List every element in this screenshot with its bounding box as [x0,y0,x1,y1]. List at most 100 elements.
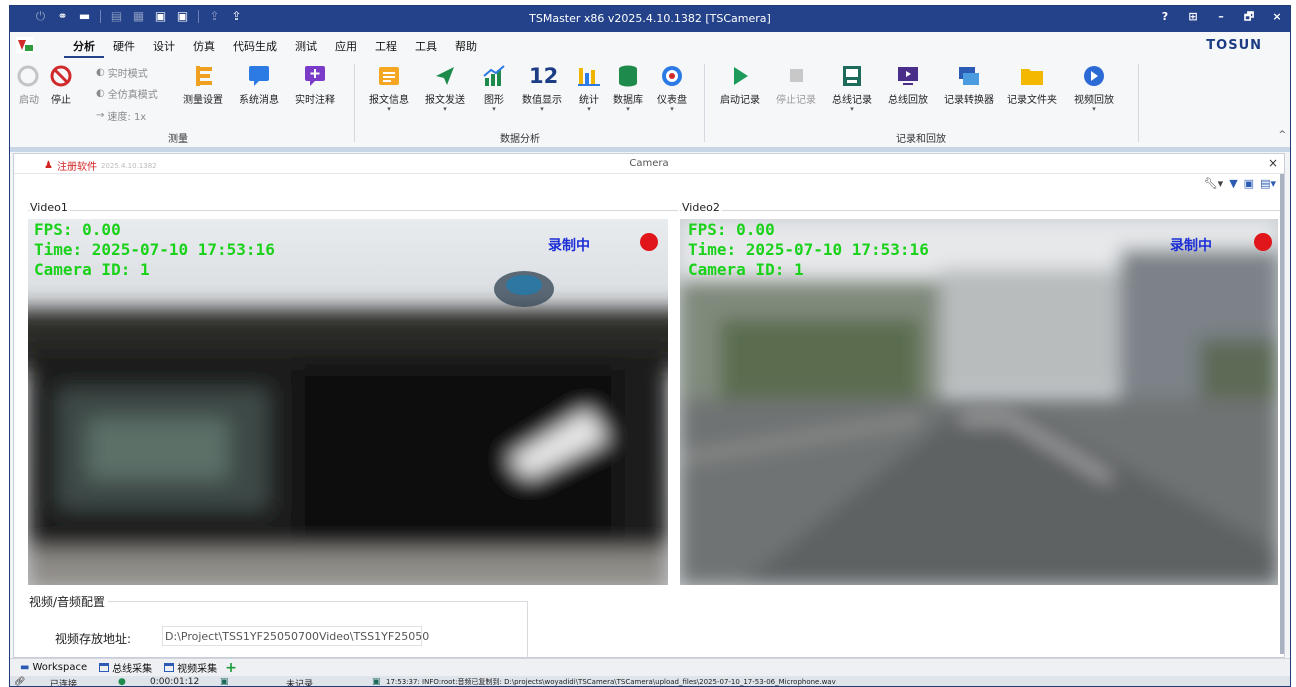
menu-items: 分析 硬件 设计 仿真 代码生成 测试 应用 工程 工具 帮助 [64,38,486,58]
video2-frame[interactable]: FPS: 0.00 Time: 2025-07-10 17:53:16 Came… [680,219,1278,585]
record-converter-label: 记录转换器 [944,95,994,106]
menu-design[interactable]: 设计 [144,38,184,58]
full-sim-mode-label: 全仿真模式 [107,90,158,101]
wrench-icon[interactable]: 🔧︎▾ [1204,177,1224,190]
dropdown-arrow-icon: ▾ [443,105,447,113]
video-path-input[interactable]: D:\Project\TSS1YF25050700Video\TSS1YF250… [162,626,429,646]
video2-fps: FPS: 0.00 [688,220,775,239]
tab-workspace[interactable]: ▬ Workspace [16,662,91,673]
record-converter-button[interactable]: 记录转换器 [940,64,998,106]
speed-selector[interactable]: → 速度: 1x [96,108,146,123]
menu-project[interactable]: 工程 [366,38,406,58]
video1-record-dot [640,233,658,251]
dropdown-arrow-icon: ▾ [492,105,496,113]
video-replay-button[interactable]: 视频回放 ▾ [1066,64,1122,113]
menu-tools[interactable]: 工具 [406,38,446,58]
restore-icon[interactable]: 🗗 [1242,10,1256,24]
dashboard-button[interactable]: 仪表盘 ▾ [650,64,694,113]
menu-simulation[interactable]: 仿真 [184,38,224,58]
panel-title: Camera [629,158,669,169]
dropdown-arrow-icon: ▾ [540,105,544,113]
dropdown-arrow-icon: ▾ [1092,105,1096,113]
measure-settings-button[interactable]: 测量设置 [178,64,228,106]
layout-icon[interactable]: ⊞ [1186,10,1200,24]
group-label-data-analysis: 数据分析 [500,134,540,145]
realtime-mode-toggle[interactable]: ◐ 实时模式 [96,65,148,80]
camera-panel: ♟ 注册软件 2025.4.10.1382 Camera × 🔧︎▾ ▼ ▣ ▤… [13,153,1285,659]
converter-icon [959,67,979,85]
window-icon[interactable]: ▣ [1244,177,1254,190]
dropdown-arrow-icon: ▾ [670,105,674,113]
app-logo-icon[interactable] [16,37,34,53]
graphics-button[interactable]: 图形 ▾ [474,64,514,113]
chart-icon [483,65,505,86]
realtime-comment-button[interactable]: 实时注释 [290,64,340,106]
full-sim-mode-toggle[interactable]: ◐ 全仿真模式 [96,86,158,101]
group-label-measure: 测量 [168,134,188,145]
bus-record-button[interactable]: 总线记录 ▾ [826,64,878,113]
message-send-button[interactable]: 报文发送 ▾ [420,64,470,113]
group-separator [704,64,705,142]
video2-camera-id: Camera ID: 1 [688,260,804,279]
value-display-button[interactable]: 12 数值显示 ▾ [514,64,570,113]
play-icon [734,67,748,85]
application-window: ⏻ ⚭ ▬ ▤ ▦ ▣ ▣ ⇪ ⇪ TSMaster x86 v2025.4.1… [9,5,1291,687]
bus-replay-button[interactable]: 总线回放 [882,64,934,106]
realtime-mode-label: 实时模式 [107,69,148,80]
start-button[interactable]: 启动 [14,64,44,106]
close-icon[interactable]: × [1270,10,1284,24]
start-record-label: 启动记录 [720,95,760,106]
stop-record-label: 停止记录 [776,95,816,106]
video1-time: Time: 2025-07-10 17:53:16 [34,240,275,259]
folder-icon [1021,69,1043,85]
video-play-icon [1084,66,1104,86]
stop-button[interactable]: 停止 [44,64,78,106]
measure-settings-label: 测量设置 [183,95,223,106]
toggle-icon: ◐ [96,67,105,78]
video1-recording-label: 录制中 [548,238,590,254]
video1-frame[interactable]: FPS: 0.00 Time: 2025-07-10 17:53:16 Came… [28,219,668,585]
filter-icon[interactable]: ▼ [1229,177,1237,190]
system-messages-button[interactable]: 系统消息 [234,64,284,106]
window-icon [99,663,110,672]
tab-bus-capture[interactable]: 总线采集 [95,660,156,675]
start-icon [17,65,39,87]
message-info-button[interactable]: 报文信息 ▾ [364,64,414,113]
close-panel-icon[interactable]: × [1268,156,1278,170]
menu-analysis[interactable]: 分析 [64,38,104,58]
database-button[interactable]: 数据库 ▾ [606,64,650,113]
collapse-ribbon-icon[interactable]: ^ [1278,130,1286,140]
statistics-button[interactable]: 统计 ▾ [570,64,608,113]
stop-record-button[interactable]: 停止记录 [770,64,822,106]
tab-video-capture-label: 视频采集 [177,664,218,675]
tab-video-capture[interactable]: 视频采集 [160,660,221,675]
help-icon[interactable]: ? [1158,10,1172,24]
panel-toolbar: 🔧︎▾ ▼ ▣ ▤▾ [1204,177,1276,190]
record-folder-button[interactable]: 记录文件夹 [1002,64,1062,106]
window-title: TSMaster x86 v2025.4.10.1382 [TSCamera] [529,12,771,25]
menu-help[interactable]: 帮助 [446,38,486,58]
menu-application[interactable]: 应用 [326,38,366,58]
minimize-icon[interactable]: – [1214,10,1228,24]
add-tab-icon[interactable]: + [225,660,237,676]
log-message: 17:53:37: INFO:root:音频已复制到: D:\projects\… [386,678,836,686]
stop-square-icon [790,69,803,82]
menu-test[interactable]: 测试 [286,38,326,58]
status-bar: 🔗︎ 已连接 ● 0:00:01:12 ▣ 未记录 ▣ 17:53:37: IN… [10,676,1290,687]
menu-codegen[interactable]: 代码生成 [224,38,286,58]
video2-recording-label: 录制中 [1170,238,1212,254]
window-controls: ? ⊞ – 🗗 × [1158,10,1284,24]
ribbon: 启动 停止 ◐ 实时模式 ◐ 全仿真模式 → 速度: 1x 测量设置 系统消息 实时注… [10,58,1290,148]
menu-hardware[interactable]: 硬件 [104,38,144,58]
comment-add-icon [305,66,325,86]
dropdown-arrow-icon: ▾ [626,105,630,113]
group-label-record-replay: 记录和回放 [896,134,946,145]
log-icon: ▣ [372,677,381,687]
start-label: 启动 [19,95,39,106]
start-record-button[interactable]: 启动记录 [714,64,766,106]
vertical-scrollbar[interactable] [1280,174,1284,654]
layout-menu-icon[interactable]: ▤▾ [1260,177,1276,190]
realtime-comment-label: 实时注释 [295,95,335,106]
record-state-icon: ▣ [220,677,229,687]
video1-camera-id: Camera ID: 1 [34,260,150,279]
